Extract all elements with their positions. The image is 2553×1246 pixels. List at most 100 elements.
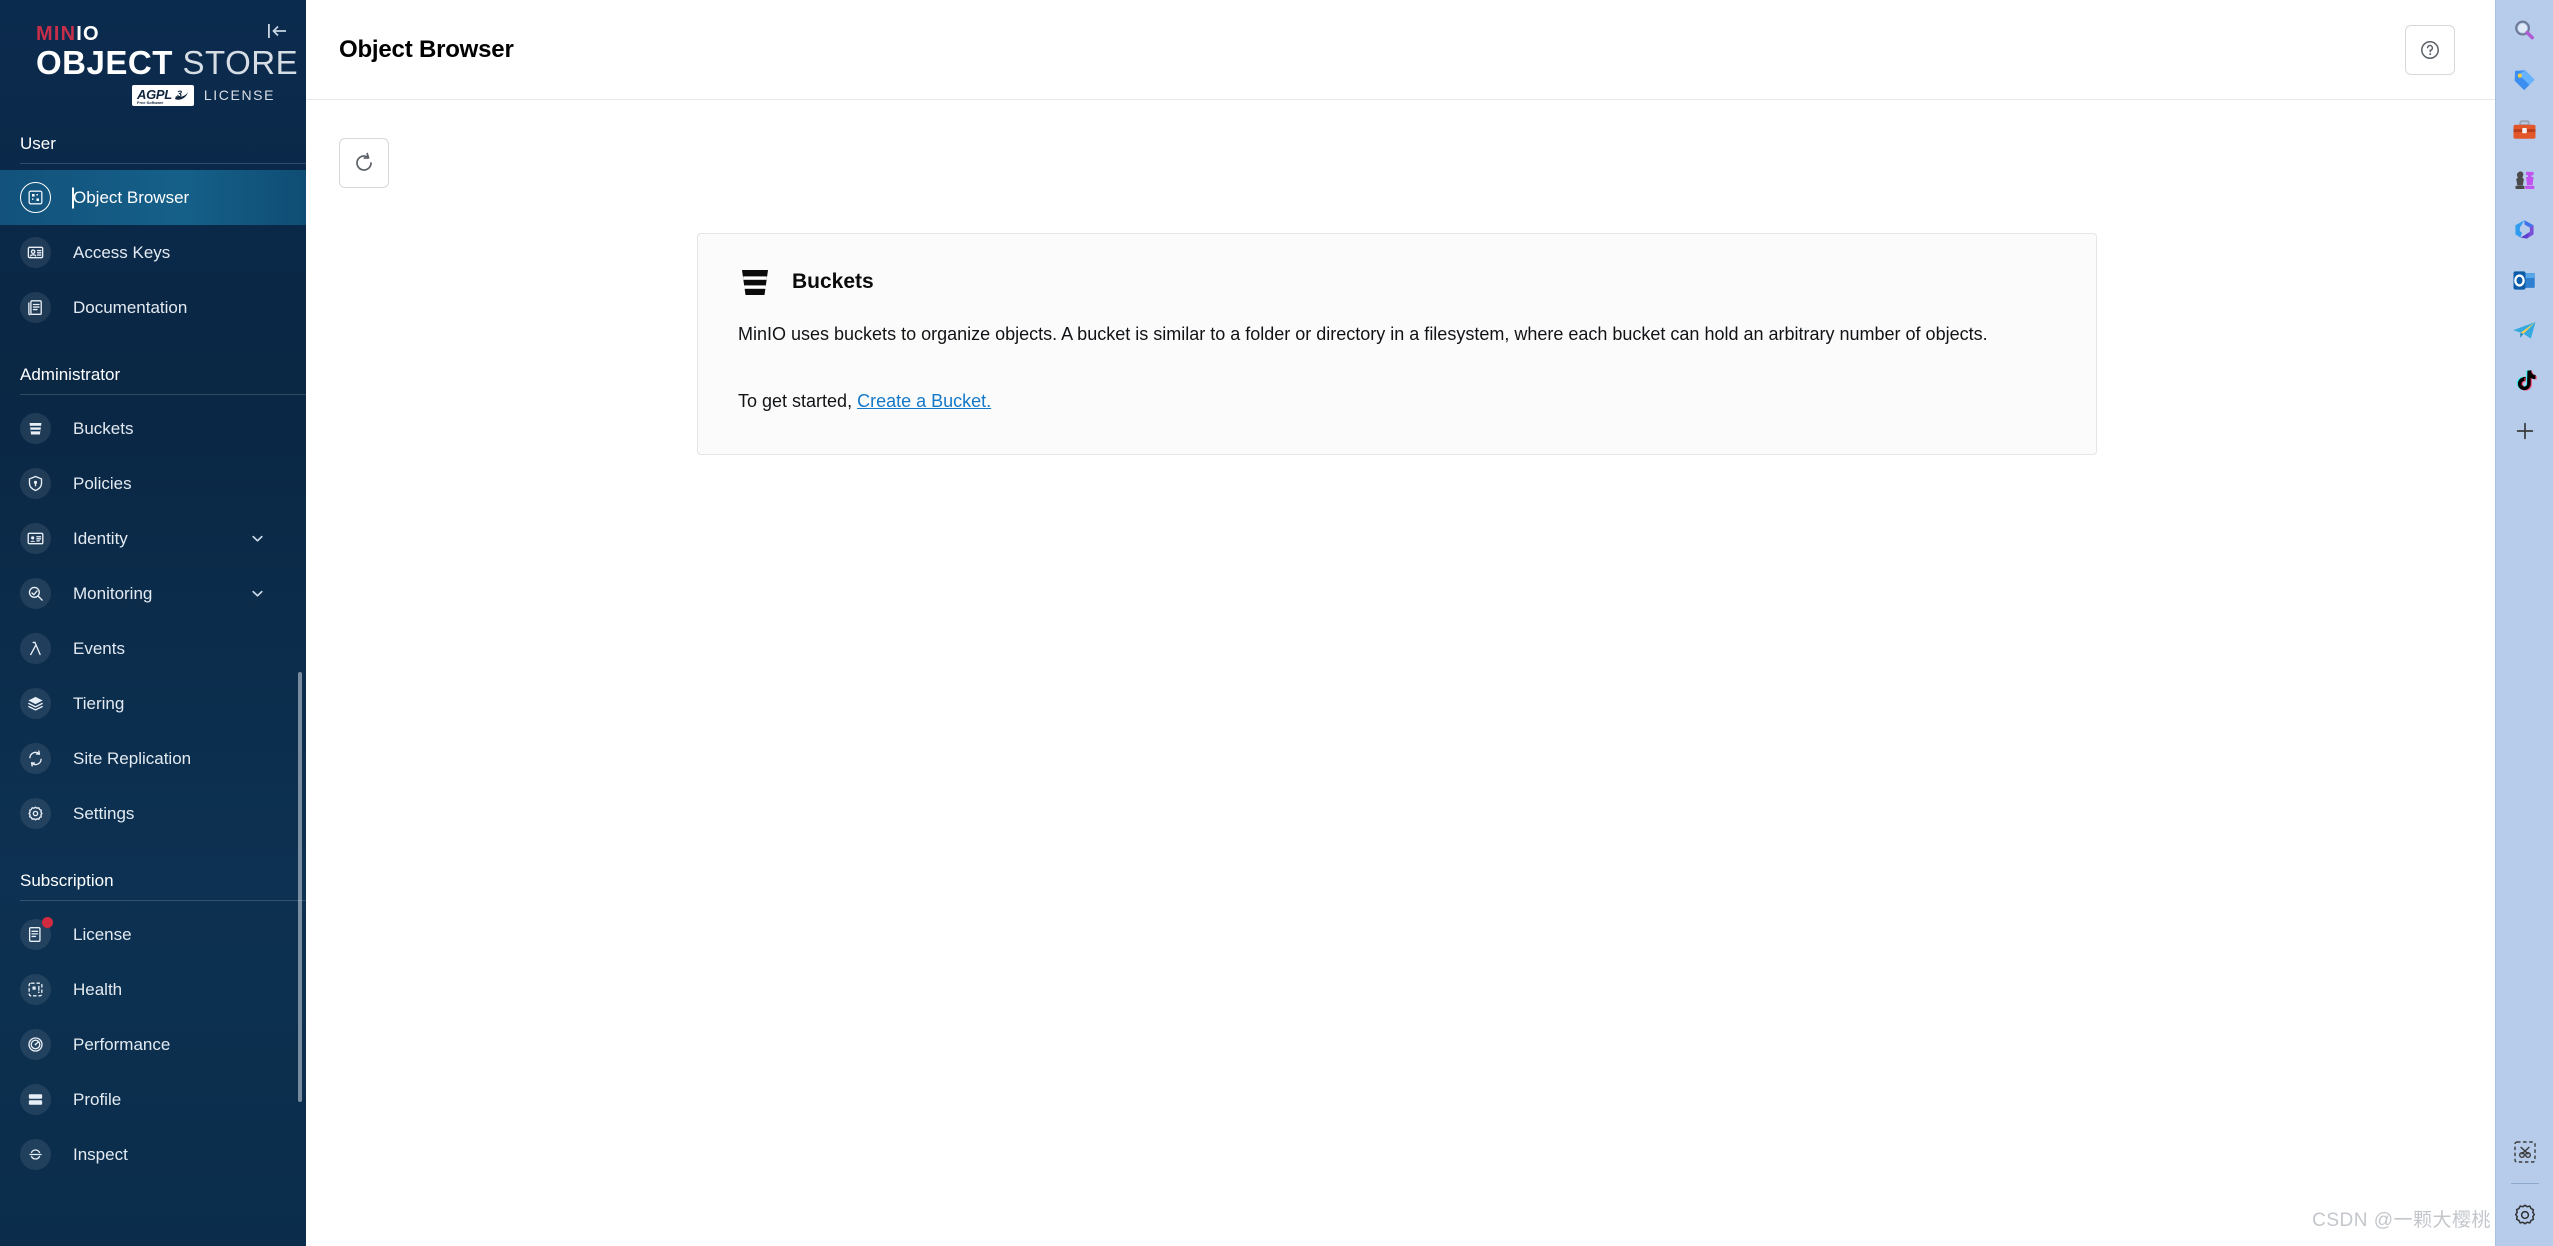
sidebar-item-settings[interactable]: Settings — [0, 786, 306, 841]
sidebar-logo-area: MINIO OBJECT STORE AGPL 3 Free Software … — [0, 0, 306, 112]
sidebar-scroll-area: User Object Browser Access Keys Documentati… — [0, 112, 306, 1246]
app-root: MINIO OBJECT STORE AGPL 3 Free Software … — [0, 0, 2553, 1246]
sidebar-item-label: Identity — [73, 528, 128, 548]
agpl-subtext: Free Software — [137, 99, 164, 105]
identity-card-icon — [27, 532, 44, 545]
outlook-icon — [2511, 267, 2538, 299]
shopping-tag-icon — [2511, 67, 2538, 99]
expand-toggle-button[interactable] — [244, 526, 270, 552]
sidebar-item-label: Access Keys — [73, 242, 171, 262]
buckets-card-wrapper: Buckets MinIO uses buckets to organize o… — [339, 233, 2455, 455]
sidebar-item-label: Policies — [73, 473, 132, 493]
card-title: Buckets — [792, 270, 874, 293]
sidebar-item-profile[interactable]: Profile — [0, 1072, 306, 1127]
health-icon — [20, 974, 51, 1005]
tiering-layers-icon — [28, 696, 43, 711]
settings-gear-icon — [28, 806, 43, 821]
cta-prefix-text: To get started, — [738, 390, 858, 411]
shopping-tag-button[interactable] — [2500, 58, 2550, 108]
sidebar-scrollbar-thumb[interactable] — [298, 672, 302, 1102]
page-header: Object Browser — [306, 0, 2495, 100]
sidebar-item-tiering[interactable]: Tiering — [0, 676, 306, 731]
tools-briefcase-button[interactable] — [2500, 108, 2550, 158]
sidebar-item-performance[interactable]: Performance — [0, 1017, 306, 1072]
card-header: Buckets — [738, 266, 2056, 298]
add-sidebar-button[interactable] — [2500, 408, 2550, 458]
bucket-icon — [742, 270, 768, 295]
collapse-sidebar-button[interactable] — [264, 18, 290, 44]
sidebar-item-access-keys[interactable]: Access Keys — [0, 225, 306, 280]
refresh-button[interactable] — [339, 138, 389, 188]
refresh-icon — [356, 152, 372, 171]
object-browser-icon — [28, 190, 43, 205]
policies-lock-icon — [28, 475, 43, 492]
chevron-down-icon — [251, 590, 263, 597]
store-text: STORE — [172, 44, 299, 81]
sidebar-item-label: Buckets — [73, 418, 134, 438]
sidebar-item-label: Documentation — [73, 297, 188, 317]
site-replication-icon — [20, 743, 51, 774]
outlook-button[interactable] — [2500, 258, 2550, 308]
sidebar-item-label: Tiering — [73, 693, 125, 713]
sidebar-item-label: Monitoring — [73, 583, 153, 603]
sidebar-item-buckets[interactable]: Buckets — [0, 401, 306, 456]
profile-icon — [20, 1084, 51, 1115]
create-bucket-link[interactable]: Create a Bucket. — [857, 391, 991, 411]
settings-gear-icon — [20, 798, 51, 829]
sidebar-item-monitoring[interactable]: Monitoring — [0, 566, 306, 621]
access-keys-icon — [27, 246, 44, 259]
bucket-icon — [29, 422, 42, 435]
telegram-button[interactable] — [2500, 308, 2550, 358]
sidebar-divider — [20, 163, 306, 164]
rail-settings-button[interactable] — [2500, 1190, 2550, 1240]
games-chess-icon — [2511, 167, 2538, 199]
content-area: Buckets MinIO uses buckets to organize o… — [306, 100, 2495, 1246]
expand-toggle-button[interactable] — [244, 581, 270, 607]
sidebar-item-inspect[interactable]: Inspect — [0, 1127, 306, 1182]
sidebar-item-site-replication[interactable]: Site Replication — [0, 731, 306, 786]
text-cursor — [72, 187, 74, 208]
games-chess-button[interactable] — [2500, 158, 2550, 208]
sidebar-item-events[interactable]: Events — [0, 621, 306, 676]
tools-briefcase-icon — [2511, 117, 2538, 149]
monitoring-search-icon — [28, 586, 43, 601]
sidebar-item-object-browser[interactable]: Object Browser — [0, 170, 306, 225]
sidebar-scrollbar[interactable] — [298, 112, 304, 1246]
sidebar-item-documentation[interactable]: Documentation — [0, 280, 306, 335]
sidebar-item-label: Inspect — [73, 1144, 128, 1164]
sidebar-item-policies[interactable]: Policies — [0, 456, 306, 511]
settings-gear-icon — [2514, 1204, 2535, 1225]
help-button[interactable] — [2405, 24, 2455, 75]
identity-card-icon — [20, 523, 51, 554]
sidebar-item-license[interactable]: License — [0, 907, 306, 962]
add-sidebar-icon — [2513, 419, 2537, 448]
events-lambda-icon — [20, 633, 51, 664]
performance-gauge-icon — [20, 1029, 51, 1060]
tiktok-button[interactable] — [2500, 358, 2550, 408]
card-cta: To get started, Create a Bucket. — [738, 387, 2056, 416]
sidebar-item-health[interactable]: Health — [0, 962, 306, 1017]
monitoring-search-icon — [20, 578, 51, 609]
svg-text:3: 3 — [177, 89, 182, 99]
minio-logo: MINIO OBJECT STORE AGPL 3 Free Software … — [0, 16, 306, 106]
sidebar-group-title: Subscription — [20, 871, 114, 890]
page-title: Object Browser — [339, 35, 514, 63]
microsoft-365-button[interactable] — [2500, 208, 2550, 258]
sidebar-divider — [20, 900, 306, 901]
sidebar-item-identity[interactable]: Identity — [0, 511, 306, 566]
license-doc-icon — [20, 917, 53, 950]
bucket-icon — [20, 413, 51, 444]
search-button[interactable] — [2500, 8, 2550, 58]
main-content: Object Browser Buckets MinIO uses bucket… — [306, 0, 2495, 1246]
browser-sidebar-rail — [2495, 0, 2553, 1246]
card-description: MinIO uses buckets to organize objects. … — [738, 324, 1988, 344]
sidebar-group-title: User — [20, 134, 56, 153]
sidebar-item-label: Object Browser — [73, 187, 190, 207]
policies-lock-icon — [20, 468, 51, 499]
license-word: LICENSE — [203, 87, 276, 104]
tiktok-icon — [2511, 367, 2538, 399]
buckets-info-card: Buckets MinIO uses buckets to organize o… — [697, 233, 2097, 455]
screenshot-snip-button[interactable] — [2500, 1127, 2550, 1177]
sidebar-group-user: User Object Browser Access Keys Documentati… — [0, 134, 306, 335]
agpl-badge: AGPL 3 Free Software — [132, 84, 194, 106]
